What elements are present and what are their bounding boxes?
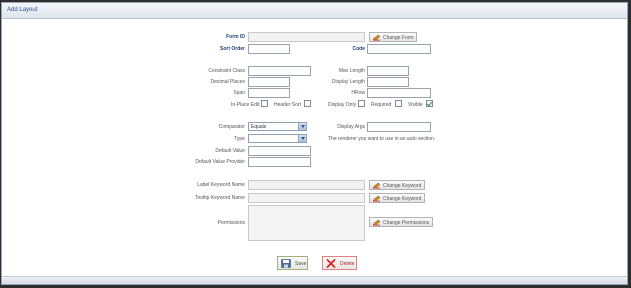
permissions-box[interactable]	[248, 205, 365, 241]
code-label: Code	[352, 46, 366, 52]
bottom-bar	[2, 276, 627, 284]
comparator-label: Comparator	[218, 124, 245, 130]
change-form-label: Change Form	[383, 35, 414, 41]
display-args-label: Display Args	[337, 124, 365, 130]
type-select[interactable]	[248, 134, 307, 143]
span-label: Span	[233, 90, 245, 96]
pencil-icon	[372, 182, 381, 189]
change-keyword-label: Change Keyword	[383, 196, 422, 202]
sort-order-input[interactable]	[248, 44, 290, 54]
permissions-label: Permissions	[217, 220, 245, 226]
delete-button[interactable]: Delete	[322, 256, 357, 270]
delete-x-icon	[326, 259, 336, 268]
constraint-class-label: Constraint Class	[208, 68, 245, 74]
span-input[interactable]	[248, 88, 290, 98]
visible-checkbox[interactable]	[426, 100, 433, 107]
visible-label: Visible	[408, 102, 423, 108]
pencil-icon	[372, 219, 381, 226]
add-layout-panel: Add Layout Form ID Change Form Sort Orde…	[1, 2, 628, 285]
label-keyword-name-label: Label Keyword Name	[197, 182, 245, 188]
type-label: Type	[234, 136, 245, 142]
decimal-places-label: Decimal Places	[210, 79, 245, 85]
change-permissions-button[interactable]: Change Permissions	[369, 217, 433, 227]
change-keyword-label: Change Keyword	[383, 183, 422, 189]
change-label-keyword-button[interactable]: Change Keyword	[369, 180, 425, 190]
required-label: Required	[371, 102, 392, 108]
renderer-note: The renderer you want to use in an auto …	[328, 136, 436, 142]
comparator-value: Equals	[251, 124, 267, 130]
pencil-icon	[372, 34, 381, 41]
display-length-input[interactable]	[367, 77, 409, 87]
in-place-edit-checkbox[interactable]	[261, 100, 268, 107]
form-id-label: Form ID	[226, 34, 245, 40]
default-value-input[interactable]	[248, 146, 311, 156]
change-permissions-label: Change Permissions	[383, 220, 430, 226]
required-checkbox[interactable]	[395, 100, 402, 107]
dropdown-arrow-icon	[298, 135, 306, 142]
save-disk-icon	[281, 259, 291, 268]
save-button[interactable]: Save	[277, 256, 308, 270]
pencil-icon	[372, 195, 381, 202]
decimal-places-input[interactable]	[248, 77, 290, 87]
window-title: Add Layout	[7, 7, 38, 13]
default-value-provider-label: Default Value Provider	[195, 159, 245, 165]
code-input[interactable]	[367, 44, 431, 54]
comparator-select[interactable]: Equals	[248, 122, 307, 131]
label-keyword-name-input[interactable]	[248, 180, 365, 190]
header-sort-label: Header Sort	[274, 102, 301, 108]
title-bar: Add Layout	[2, 3, 627, 19]
in-place-edit-label: In-Place Edit	[231, 102, 260, 108]
display-only-label: Display Only	[328, 102, 357, 108]
form-id-input[interactable]	[248, 32, 365, 42]
display-only-checkbox[interactable]	[358, 100, 365, 107]
delete-label: Delete	[340, 261, 355, 267]
hrow-label: HRow	[351, 90, 365, 96]
change-tooltip-keyword-button[interactable]: Change Keyword	[369, 193, 425, 203]
max-length-label: Max Length	[338, 68, 365, 74]
header-sort-checkbox[interactable]	[304, 100, 311, 107]
tooltip-keyword-name-label: Tooltip Keyword Name	[194, 195, 245, 201]
display-length-label: Display Length	[331, 79, 365, 85]
default-value-label: Default Value	[215, 148, 245, 154]
max-length-input[interactable]	[367, 66, 409, 76]
display-args-input[interactable]	[367, 122, 431, 132]
change-form-button[interactable]: Change Form	[369, 32, 417, 42]
default-value-provider-input[interactable]	[248, 157, 311, 167]
hrow-input[interactable]	[367, 88, 431, 98]
tooltip-keyword-name-input[interactable]	[248, 193, 365, 203]
sort-order-label: Sort Order	[219, 46, 245, 52]
save-label: Save	[295, 261, 307, 267]
